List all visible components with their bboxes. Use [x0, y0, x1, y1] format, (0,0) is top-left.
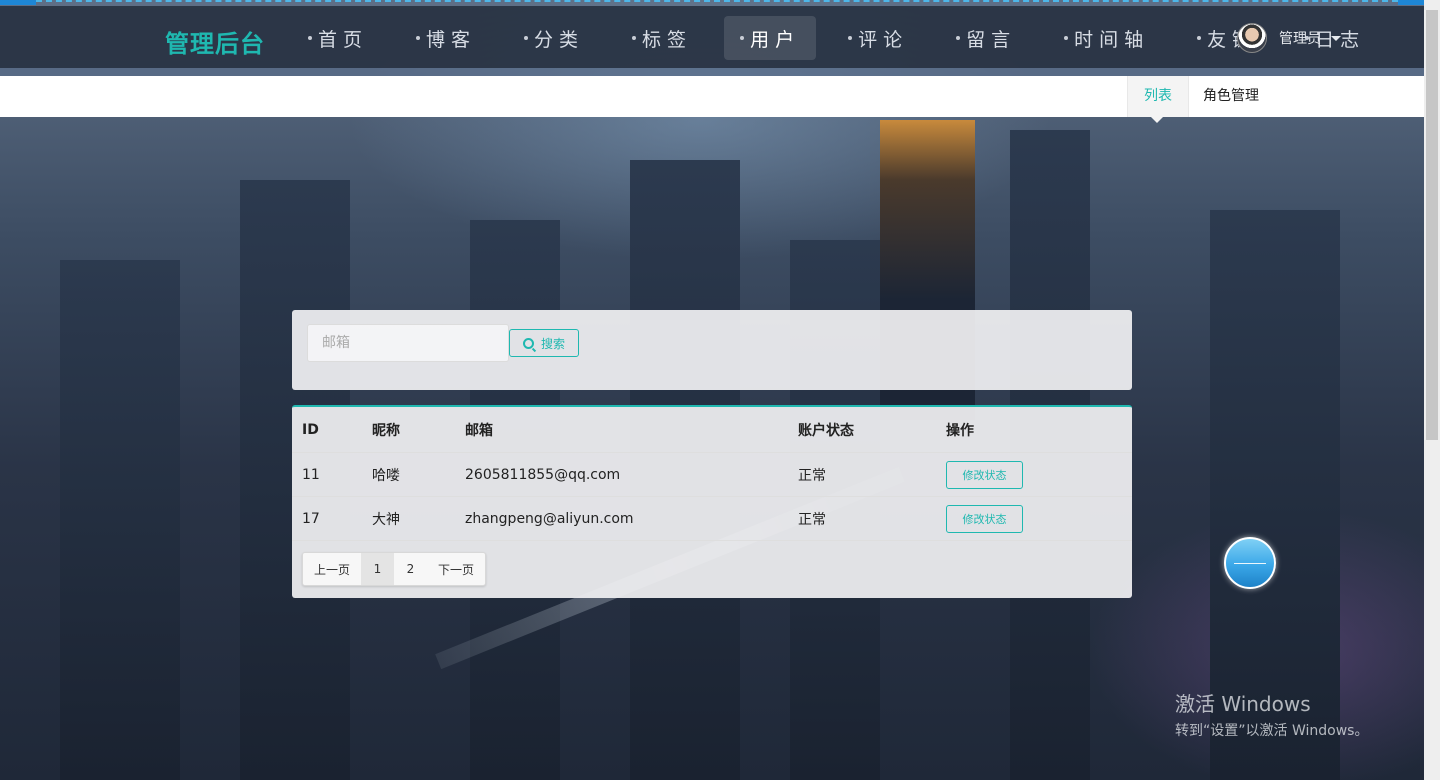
avatar	[1237, 23, 1267, 53]
message-icon	[956, 36, 961, 40]
menu-item-comment[interactable]: 评论	[832, 16, 924, 60]
brand-title[interactable]: 管理后台	[165, 24, 265, 59]
menu-item-label: 首页	[318, 28, 369, 51]
menu-item-label: 评论	[858, 28, 909, 51]
user-table-panel: ID 昵称 邮箱 账户状态 操作 11 哈喽 2605811855@qq.com…	[292, 405, 1132, 598]
column-header-status: 账户状态	[798, 422, 854, 439]
table-row: 11 哈喽 2605811855@qq.com 正常 修改状态	[292, 453, 1132, 497]
menu-item-tag[interactable]: 标签	[616, 16, 708, 60]
search-button[interactable]: 搜索	[509, 329, 579, 357]
category-icon	[524, 36, 529, 40]
email-search-input[interactable]	[307, 324, 509, 362]
background-cityscape	[0, 0, 1424, 780]
navbar-divider	[0, 68, 1424, 76]
menu-item-category[interactable]: 分类	[508, 16, 600, 60]
scrollbar-thumb[interactable]	[1426, 10, 1438, 440]
menu-item-label: 分类	[534, 28, 585, 51]
table-header: ID 昵称 邮箱 账户状态 操作	[292, 407, 1132, 453]
chevron-down-icon	[1331, 35, 1341, 41]
pagination: 上一页 1 2 下一页	[302, 552, 486, 586]
page-button-1[interactable]: 1	[361, 553, 394, 585]
watermark-subtitle: 转到“设置”以激活 Windows。	[1175, 723, 1369, 739]
watermark-title: 激活 Windows	[1175, 692, 1311, 716]
cell-email: zhangpeng@aliyun.com	[465, 510, 634, 527]
search-button-label: 搜索	[540, 336, 565, 351]
tag-icon	[632, 36, 637, 40]
search-icon	[522, 337, 534, 349]
user-icon	[740, 36, 745, 40]
page-scrollbar[interactable]	[1424, 0, 1440, 780]
home-icon	[308, 36, 312, 40]
prev-page-button[interactable]: 上一页	[303, 553, 361, 585]
menu-item-user[interactable]: 用户	[724, 16, 817, 60]
window-frame-accent	[1398, 0, 1424, 5]
menu-item-label: 留言	[966, 28, 1017, 51]
column-header-nickname: 昵称	[372, 422, 400, 439]
main-menu: 首页 博客 分类 标签 用户 评论 留言 时间轴 友链 日志	[292, 16, 1397, 60]
cell-status: 正常	[798, 467, 826, 484]
menu-item-home[interactable]: 首页	[292, 16, 384, 60]
next-page-button[interactable]: 下一页	[427, 553, 485, 585]
cell-status: 正常	[798, 511, 826, 528]
cell-id: 11	[302, 466, 320, 483]
menu-item-label: 标签	[642, 28, 693, 51]
column-header-email: 邮箱	[465, 422, 493, 439]
column-header-actions: 操作	[946, 422, 974, 439]
windows-activation-watermark: 激活 Windows 转到“设置”以激活 Windows。	[1175, 688, 1368, 740]
sub-navbar: 列表 角色管理	[0, 76, 1424, 123]
cell-email: 2605811855@qq.com	[465, 466, 621, 483]
cell-nickname: 大神	[372, 511, 400, 528]
menu-item-blog[interactable]: 博客	[400, 16, 492, 60]
tab-list[interactable]: 列表	[1127, 76, 1189, 123]
menu-item-label: 时间轴	[1074, 28, 1150, 51]
search-panel: 搜索	[292, 310, 1132, 390]
tab-role-management[interactable]: 角色管理	[1187, 76, 1275, 117]
change-status-button[interactable]: 修改状态	[946, 504, 1023, 533]
floating-widget-button[interactable]	[1224, 537, 1276, 589]
menu-item-label: 用户	[750, 28, 801, 51]
menu-item-label: 博客	[426, 28, 477, 51]
comment-icon	[848, 36, 853, 40]
user-menu[interactable]: 管理员	[1237, 23, 1341, 53]
column-header-id: ID	[302, 421, 319, 438]
cell-id: 17	[302, 510, 320, 527]
timeline-icon	[1064, 36, 1069, 40]
top-navbar: 管理后台 首页 博客 分类 标签 用户 评论 留言 时间轴 友链 日志 管理员	[0, 6, 1424, 68]
blog-icon	[416, 36, 421, 40]
window-frame-accent	[0, 0, 36, 5]
link-icon	[1197, 36, 1202, 40]
change-status-button[interactable]: 修改状态	[946, 460, 1023, 489]
table-row: 17 大神 zhangpeng@aliyun.com 正常 修改状态	[292, 497, 1132, 541]
menu-item-message[interactable]: 留言	[940, 16, 1032, 60]
user-name: 管理员	[1279, 31, 1321, 47]
page-button-2[interactable]: 2	[394, 553, 427, 585]
menu-item-timeline[interactable]: 时间轴	[1048, 16, 1165, 60]
cell-nickname: 哈喽	[372, 467, 400, 484]
